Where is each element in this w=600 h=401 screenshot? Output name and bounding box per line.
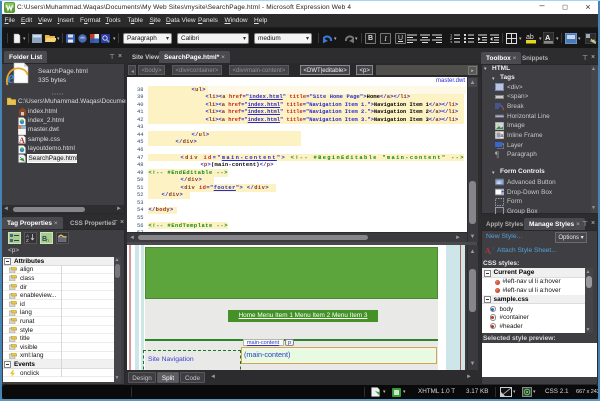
- svg-text:3: 3: [450, 40, 453, 44]
- svg-text:A: A: [19, 136, 25, 144]
- svg-text:a: a: [501, 133, 504, 139]
- svg-text:Z: Z: [26, 238, 29, 242]
- svg-text:n: n: [46, 238, 49, 242]
- svg-text:A: A: [485, 246, 491, 254]
- svg-text:ab: ab: [526, 34, 534, 41]
- svg-text:ab: ab: [497, 180, 503, 185]
- svg-text:A: A: [545, 33, 551, 42]
